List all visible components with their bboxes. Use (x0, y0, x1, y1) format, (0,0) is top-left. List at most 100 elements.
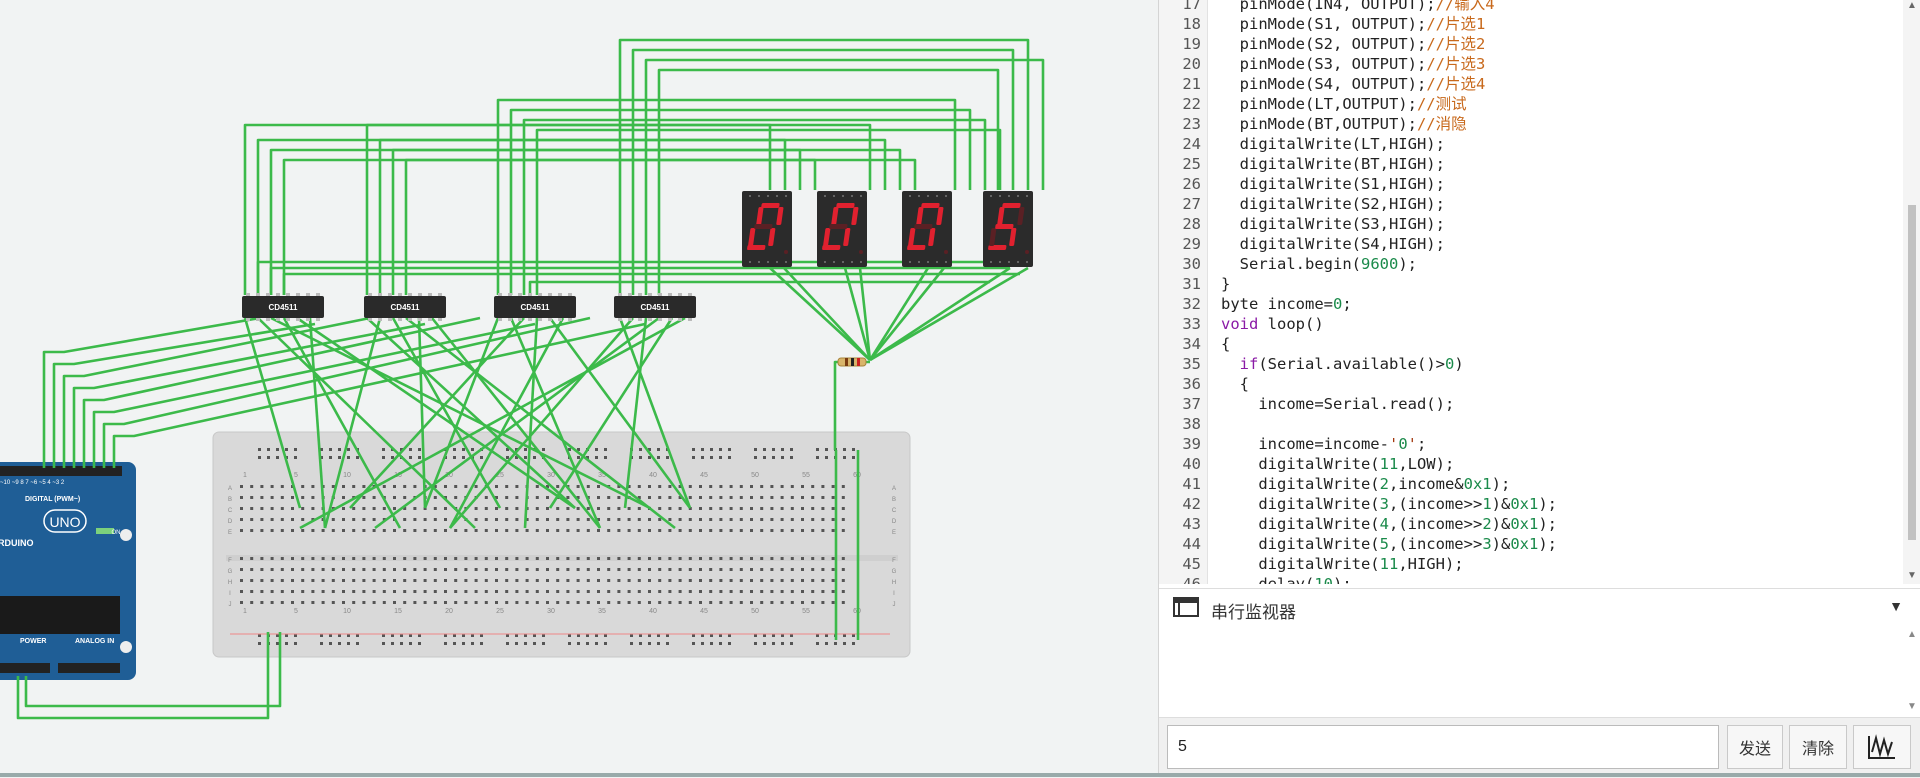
wire[interactable] (256, 138, 787, 295)
send-button[interactable]: 发送 (1727, 725, 1783, 769)
line-text[interactable]: pinMode(S3, OUTPUT);//片选3 (1221, 54, 1486, 74)
display-pin (918, 261, 920, 263)
code-line[interactable]: 26 digitalWrite(S1,HIGH); (1159, 174, 1899, 194)
code-line[interactable]: 25 digitalWrite(BT,HIGH); (1159, 154, 1899, 174)
breadboard-row-letter: G (228, 569, 233, 575)
display-pin (927, 261, 929, 263)
line-text[interactable]: pinMode(S4, OUTPUT);//片选4 (1221, 74, 1486, 94)
chip-pin (618, 293, 622, 296)
code-line[interactable]: 43 digitalWrite(4,(income>>2)&0x1); (1159, 514, 1899, 534)
code-line[interactable]: 23 pinMode(BT,OUTPUT);//消隐 (1159, 114, 1899, 134)
editor-scrollbar[interactable]: ▲ ▼ (1903, 0, 1920, 584)
serial-monitor-header[interactable]: 串行监视器 ▼ (1159, 588, 1920, 628)
code-line[interactable]: 39 income=income-'0'; (1159, 434, 1899, 454)
code-line[interactable]: 45 digitalWrite(11,HIGH); (1159, 554, 1899, 574)
breadboard-row-letter: J (893, 602, 896, 608)
code-line[interactable]: 34 { (1159, 334, 1899, 354)
scrollbar-thumb[interactable] (1908, 205, 1916, 540)
serial-monitor-title: 串行监视器 (1211, 603, 1296, 622)
serial-monitor-output[interactable]: ▲ ▼ (1159, 627, 1920, 717)
line-text[interactable]: income=income-'0'; (1221, 434, 1426, 454)
code-line[interactable]: 33 void loop() (1159, 314, 1899, 334)
line-text[interactable]: digitalWrite(BT,HIGH); (1221, 154, 1445, 174)
code-line[interactable]: 17 pinMode(IN4, OUTPUT);//输入4 (1159, 0, 1899, 14)
line-text[interactable]: digitalWrite(3,(income>>1)&0x1); (1221, 494, 1557, 514)
line-text[interactable]: pinMode(S2, OUTPUT);//片选2 (1221, 34, 1486, 54)
code-line[interactable]: 27 digitalWrite(S2,HIGH); (1159, 194, 1899, 214)
display-segment (761, 203, 780, 208)
line-text[interactable]: { (1221, 334, 1230, 354)
chip-pin (408, 318, 412, 321)
line-text[interactable]: digitalWrite(S4,HIGH); (1221, 234, 1445, 254)
code-line[interactable]: 32 byte income=0; (1159, 294, 1899, 314)
line-text[interactable]: income=Serial.read(); (1221, 394, 1454, 414)
code-line[interactable]: 22 pinMode(LT,OUTPUT);//测试 (1159, 94, 1899, 114)
line-text[interactable]: digitalWrite(S1,HIGH); (1221, 174, 1445, 194)
wire[interactable] (282, 272, 1020, 295)
circuit-canvas[interactable]: 1 1 5 5 10 10 15 15 20 20 25 25 30 30 35 35 40 40 45 45 50 50… (0, 0, 1158, 777)
code-line[interactable]: 38 (1159, 414, 1899, 434)
line-text[interactable]: pinMode(LT,OUTPUT);//测试 (1221, 94, 1467, 114)
clear-button[interactable]: 清除 (1789, 725, 1847, 769)
line-text[interactable]: if(Serial.available()>0) (1221, 354, 1464, 374)
line-text[interactable]: digitalWrite(5,(income>>3)&0x1); (1221, 534, 1557, 554)
code-line[interactable]: 20 pinMode(S3, OUTPUT);//片选3 (1159, 54, 1899, 74)
code-line[interactable]: 31} (1159, 274, 1899, 294)
chip-pin (498, 318, 502, 321)
line-text[interactable]: pinMode(BT,OUTPUT);//消隐 (1221, 114, 1467, 134)
code-line[interactable]: 18 pinMode(S1, OUTPUT);//片选1 (1159, 14, 1899, 34)
code-line[interactable]: 40 digitalWrite(11,LOW); (1159, 454, 1899, 474)
code-line[interactable]: 28 digitalWrite(S3,HIGH); (1159, 214, 1899, 234)
collapse-chevron-icon[interactable]: ▼ (1889, 598, 1903, 614)
line-text[interactable]: byte income=0; (1221, 294, 1352, 314)
display-decimal-point (944, 250, 948, 254)
code-line[interactable]: 35 if(Serial.available()>0) (1159, 354, 1899, 374)
code-line[interactable]: 44 digitalWrite(5,(income>>3)&0x1); (1159, 534, 1899, 554)
breadboard[interactable] (212, 431, 911, 658)
wire[interactable] (528, 280, 990, 295)
output-scroll-up-icon[interactable]: ▲ (1907, 629, 1917, 640)
chip-pin (266, 318, 270, 321)
line-text[interactable]: pinMode(IN4, OUTPUT);//输入4 (1221, 0, 1495, 14)
code-line[interactable]: 21 pinMode(S4, OUTPUT);//片选4 (1159, 74, 1899, 94)
line-text[interactable]: digitalWrite(LT,HIGH); (1221, 134, 1445, 154)
code-line[interactable]: 42 digitalWrite(3,(income>>1)&0x1); (1159, 494, 1899, 514)
line-text[interactable]: digitalWrite(11,LOW); (1221, 454, 1454, 474)
code-line[interactable]: 46 delay(10); (1159, 574, 1899, 584)
line-text[interactable]: Serial.begin(9600); (1221, 254, 1417, 274)
scroll-up-icon[interactable]: ▲ (1907, 0, 1917, 11)
line-text[interactable]: } (1221, 274, 1230, 294)
circuit-diagram[interactable]: 1155101015152020252530303535404045455050… (0, 0, 1158, 777)
line-text[interactable]: digitalWrite(4,(income>>2)&0x1); (1221, 514, 1557, 534)
code-line[interactable]: 19 pinMode(S2, OUTPUT);//片选2 (1159, 34, 1899, 54)
code-line[interactable]: 24 digitalWrite(LT,HIGH); (1159, 134, 1899, 154)
output-scroll-down-icon[interactable]: ▼ (1907, 701, 1917, 712)
breadboard-column-number: 15 (394, 608, 402, 615)
line-text[interactable]: digitalWrite(S2,HIGH); (1221, 194, 1445, 214)
code-editor[interactable]: 17 pinMode(IN4, OUTPUT);//输入4 18 pinMode(… (1159, 0, 1920, 584)
arduino-board[interactable] (0, 462, 136, 680)
code-line[interactable]: 37 income=Serial.read(); (1159, 394, 1899, 414)
chip-pin (388, 318, 392, 321)
line-text[interactable]: digitalWrite(11,HIGH); (1221, 554, 1463, 574)
output-scrollbar[interactable]: ▲ ▼ (1903, 627, 1920, 717)
arduino-on-label: ON (112, 530, 121, 536)
scroll-down-icon[interactable]: ▼ (1907, 570, 1917, 581)
code-line[interactable]: 41 digitalWrite(2,income&0x1); (1159, 474, 1899, 494)
line-number: 18 (1182, 15, 1201, 33)
arduino-brand: RDUINO (0, 538, 34, 548)
line-text[interactable]: delay(10); (1221, 574, 1351, 584)
line-text[interactable]: digitalWrite(2,income&0x1); (1221, 474, 1510, 494)
code-line[interactable]: 36 { (1159, 374, 1899, 394)
breadboard-row-letter: H (892, 580, 896, 586)
line-text[interactable]: pinMode(S1, OUTPUT);//片选1 (1221, 14, 1486, 34)
code-line[interactable]: 29 digitalWrite(S4,HIGH); (1159, 234, 1899, 254)
code-line[interactable]: 30 Serial.begin(9600); (1159, 254, 1899, 274)
graph-toggle-button[interactable] (1853, 725, 1911, 769)
line-text[interactable]: { (1221, 374, 1249, 394)
chip-pin (256, 293, 260, 296)
line-text[interactable]: void loop() (1221, 314, 1324, 334)
serial-input-field[interactable] (1167, 725, 1719, 769)
line-text[interactable]: digitalWrite(S3,HIGH); (1221, 214, 1445, 234)
arduino-mount-hole (120, 529, 132, 541)
